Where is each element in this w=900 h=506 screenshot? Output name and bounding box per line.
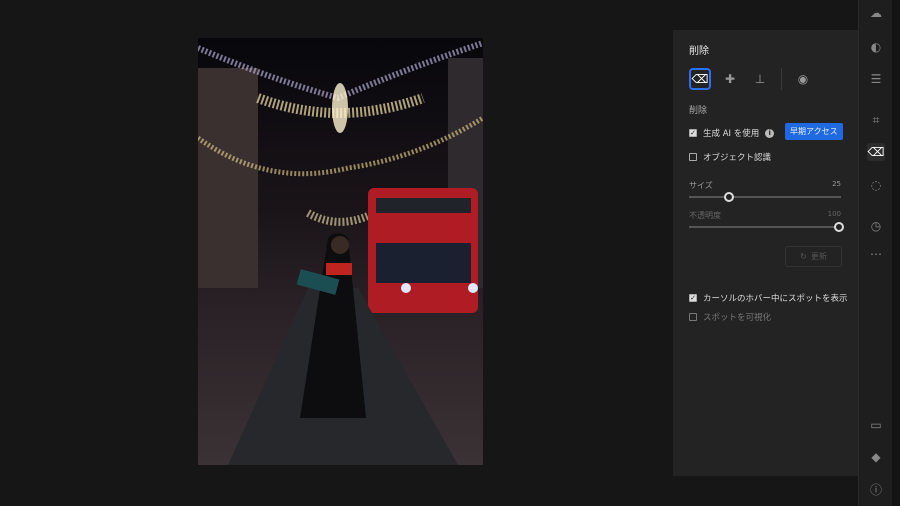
use-gen-ai-label: 生成 AI を使用	[703, 129, 760, 139]
object-detection-row[interactable]: オブジェクト認識	[689, 151, 771, 163]
opacity-value: 100	[827, 210, 841, 218]
photo[interactable]	[198, 38, 483, 465]
size-slider[interactable]	[689, 192, 841, 202]
info-icon[interactable]: i	[765, 128, 775, 138]
size-slider-knob[interactable]	[724, 192, 734, 202]
visualize-spots-label: スポットを可視化	[703, 313, 772, 323]
presets-icon[interactable]: ◐	[867, 38, 885, 56]
remove-panel: 削除 ⌫ ✚ ⊥ ◉ 削除 ✓ 生成 AI を使用 i 早期アクセス オブジェク…	[673, 30, 858, 476]
heal-tool-button[interactable]: ✚	[719, 68, 741, 90]
eraser-tool-button[interactable]: ⌫	[689, 68, 711, 90]
visualize-spots-button[interactable]: ◉	[792, 68, 814, 90]
clone-tool-button[interactable]: ⊥	[749, 68, 771, 90]
refresh-icon: ↻	[800, 252, 807, 261]
opacity-slider[interactable]	[689, 222, 844, 232]
use-gen-ai-checkbox[interactable]: ✓	[689, 129, 697, 137]
remove-icon[interactable]: ⌫	[867, 143, 885, 161]
tag-icon[interactable]: ◆	[867, 448, 885, 466]
visualize-spots-checkbox[interactable]	[689, 313, 697, 321]
refresh-button[interactable]: ↻ 更新	[785, 246, 842, 267]
size-label: サイズ	[689, 181, 713, 190]
remove-tools: ⌫ ✚ ⊥ ◉	[689, 68, 814, 90]
bandage-icon: ✚	[724, 72, 736, 86]
right-toolbar: ☁ ◐ ☰ ⌗ ⌫ ◌ ◷ ⋯ ▭ ◆ ⓘ	[858, 0, 892, 506]
edit-sliders-icon[interactable]: ☰	[867, 70, 885, 88]
masking-icon[interactable]: ◌	[867, 176, 885, 194]
history-icon[interactable]: ◷	[867, 217, 885, 235]
opacity-label: 不透明度	[689, 211, 721, 220]
comment-icon[interactable]: ▭	[867, 416, 885, 434]
eraser-icon: ⌫	[691, 72, 709, 86]
use-gen-ai-row[interactable]: ✓ 生成 AI を使用 i	[689, 127, 775, 139]
visualize-spots-icon: ◉	[797, 72, 809, 86]
window-edge	[892, 0, 900, 506]
photo-illustration	[198, 40, 483, 465]
cloud-icon[interactable]: ☁	[867, 4, 885, 22]
visualize-spots-row[interactable]: スポットを可視化	[689, 311, 771, 323]
info-circle-icon[interactable]: ⓘ	[867, 480, 885, 498]
object-detection-checkbox[interactable]	[689, 153, 697, 161]
early-access-badge: 早期アクセス	[785, 123, 843, 140]
refresh-label: 更新	[810, 252, 827, 261]
opacity-slider-knob[interactable]	[834, 222, 844, 232]
more-icon[interactable]: ⋯	[867, 245, 885, 263]
object-detection-label: オブジェクト認識	[703, 153, 772, 163]
crop-icon[interactable]: ⌗	[867, 111, 885, 129]
image-canvas	[0, 0, 673, 506]
size-value: 25	[832, 180, 841, 188]
show-spot-hover-checkbox[interactable]: ✓	[689, 294, 697, 302]
divider	[781, 68, 782, 90]
stamp-icon: ⊥	[754, 72, 766, 86]
panel-title: 削除	[689, 46, 709, 57]
show-spot-hover-label: カーソルのホバー中にスポットを表示	[703, 294, 848, 304]
section-label: 削除	[689, 106, 708, 116]
show-spot-hover-row[interactable]: ✓ カーソルのホバー中にスポットを表示	[689, 292, 848, 304]
